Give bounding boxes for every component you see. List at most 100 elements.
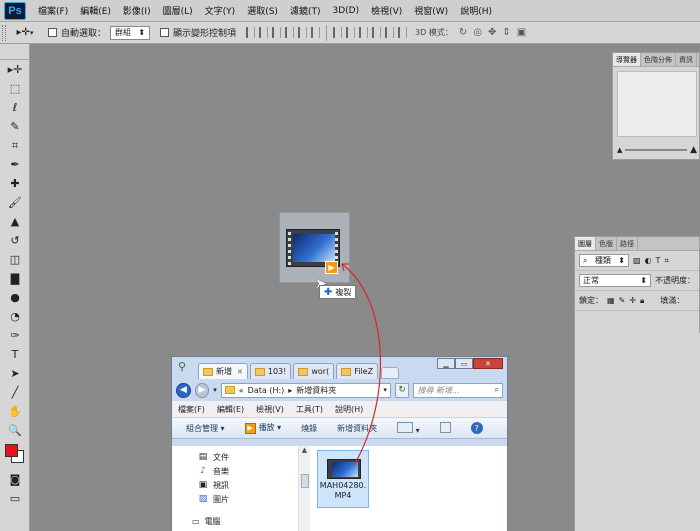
distribute-bottom-icon[interactable] — [359, 27, 369, 38]
play-button[interactable]: ▶ 播放 ▾ — [244, 422, 281, 434]
auto-select-dropdown[interactable]: 群組 ⬍ — [110, 25, 151, 40]
nav-item-pictures[interactable]: ▨ 圖片 — [172, 492, 298, 506]
filter-pixel-icon[interactable]: ▨ — [633, 256, 641, 265]
forward-button[interactable]: ▶ — [194, 382, 210, 398]
align-hcenter-icon[interactable] — [298, 27, 308, 38]
explorer-menu-help[interactable]: 說明(H) — [335, 404, 363, 415]
foreground-color-swatch[interactable] — [5, 444, 18, 457]
roll-3d-icon[interactable]: ◎ — [473, 27, 482, 38]
filter-adjust-icon[interactable]: ◐ — [645, 256, 652, 265]
tab-histogram[interactable]: 色階分佈 — [641, 53, 676, 66]
new-folder-button[interactable]: 新增資料夾 — [337, 423, 377, 434]
tool-preset-picker[interactable]: ▸✛ ▾ — [12, 25, 38, 41]
history-brush-tool-icon[interactable]: ↺ — [0, 231, 30, 250]
explorer-menu-file[interactable]: 檔案(F) — [178, 404, 205, 415]
menu-type[interactable]: 文字(Y) — [199, 4, 242, 17]
help-icon[interactable]: ? — [470, 422, 483, 434]
zoom-in-icon[interactable]: ▲ — [690, 145, 697, 155]
filter-shape-icon[interactable]: ⌗ — [664, 256, 669, 266]
orbit-3d-icon[interactable]: ↻ — [459, 27, 467, 38]
distribute-hcenter-icon[interactable] — [385, 27, 395, 38]
dodge-tool-icon[interactable]: ◔ — [0, 307, 30, 326]
explorer-tab-1[interactable]: 新增 ✕ — [198, 363, 248, 379]
menu-file[interactable]: 檔案(F) — [32, 4, 74, 17]
pan-3d-icon[interactable]: ✥ — [488, 27, 496, 38]
explorer-tab-2[interactable]: 103! — [249, 363, 292, 379]
gradient-tool-icon[interactable]: ▇ — [0, 269, 30, 288]
tab-layers[interactable]: 圖層 — [575, 237, 596, 250]
search-input[interactable]: 搜尋 新增... ⌕ — [413, 382, 504, 398]
file-item-video[interactable]: MAH04280. MP4 — [317, 450, 369, 508]
zoom-slider[interactable] — [625, 149, 688, 151]
tools-panel-header[interactable] — [0, 44, 29, 60]
move-tool-icon[interactable]: ▸✛ — [0, 60, 30, 79]
crop-tool-icon[interactable]: ⌗ — [0, 136, 30, 155]
lock-all-icon[interactable]: 🔒︎ — [640, 296, 644, 306]
menu-edit[interactable]: 編輯(E) — [74, 4, 117, 17]
filter-type-icon[interactable]: T — [656, 256, 661, 265]
slide-3d-icon[interactable]: ⇕ — [502, 27, 510, 38]
back-button[interactable]: ◀ — [176, 382, 191, 398]
history-dropdown-icon[interactable]: ▾ — [213, 386, 217, 394]
clone-stamp-tool-icon[interactable]: ▲ — [0, 212, 30, 231]
tab-channels[interactable]: 色版 — [596, 237, 617, 250]
pen-tool-icon[interactable]: ✑ — [0, 326, 30, 345]
menu-help[interactable]: 說明(H) — [454, 4, 498, 17]
distribute-right-icon[interactable] — [398, 27, 408, 38]
zoom-tool-icon[interactable]: 🔍 — [0, 421, 30, 440]
explorer-tab-3[interactable]: wor( — [293, 363, 335, 379]
explorer-tab-4[interactable]: FileZ — [336, 363, 379, 379]
screen-mode-icon[interactable]: ▭ — [0, 489, 30, 508]
marquee-tool-icon[interactable]: ⬚ — [0, 79, 30, 98]
minimize-button[interactable]: ▁ — [437, 358, 455, 369]
align-top-icon[interactable] — [246, 27, 256, 38]
scroll-thumb[interactable] — [301, 474, 309, 488]
menu-image[interactable]: 影像(I) — [117, 4, 157, 17]
hand-tool-icon[interactable]: ✋ — [0, 402, 30, 421]
explorer-menu-tools[interactable]: 工具(T) — [296, 404, 323, 415]
maximize-button[interactable]: ▭ — [455, 358, 473, 369]
close-icon[interactable]: ✕ — [237, 368, 243, 376]
menu-view[interactable]: 檢視(V) — [365, 4, 408, 17]
auto-select-checkbox[interactable] — [48, 28, 57, 37]
lasso-tool-icon[interactable]: ℓ — [0, 98, 30, 117]
menu-3d[interactable]: 3D(D) — [326, 6, 365, 16]
explorer-menu-edit[interactable]: 編輯(E) — [217, 404, 244, 415]
align-bottom-icon[interactable] — [272, 27, 282, 38]
blend-mode-dropdown[interactable]: 正常 ⬍ — [579, 274, 651, 287]
menu-layer[interactable]: 圖層(L) — [157, 4, 199, 17]
menu-select[interactable]: 選取(S) — [241, 4, 284, 17]
zoom-out-icon[interactable]: ▲ — [617, 146, 622, 154]
brush-tool-icon[interactable]: 🖌 — [0, 193, 30, 212]
tab-info[interactable]: 資訊 — [676, 53, 697, 66]
preview-pane-button[interactable] — [439, 421, 451, 435]
scale-3d-icon[interactable]: ▣ — [517, 27, 526, 38]
address-bar[interactable]: « Data (H:) ▸ 新增資料夾 ▾ — [220, 382, 391, 398]
align-vcenter-icon[interactable] — [259, 27, 269, 38]
lock-pixels-icon[interactable]: ✎ — [619, 296, 626, 305]
navigator-preview[interactable] — [617, 71, 697, 137]
address-overflow[interactable]: « — [239, 386, 244, 395]
nav-item-videos[interactable]: ▣ 視訊 — [172, 478, 298, 492]
nav-item-computer[interactable]: ▭ 電腦 — [192, 516, 221, 527]
layer-filter-dropdown[interactable]: ⌕ 種類 ⬍ — [579, 254, 629, 267]
refresh-button[interactable]: ↻ — [394, 382, 410, 398]
path-select-tool-icon[interactable]: ➤ — [0, 364, 30, 383]
view-options[interactable]: ▾ — [397, 421, 420, 435]
healing-brush-tool-icon[interactable]: ✚ — [0, 174, 30, 193]
burn-button[interactable]: 燒錄 — [301, 423, 317, 434]
scroll-up-icon[interactable]: ▲ — [299, 446, 310, 454]
new-tab-button[interactable] — [381, 367, 400, 379]
tab-paths[interactable]: 路徑 — [617, 237, 638, 250]
lock-position-icon[interactable]: ✛ — [629, 296, 636, 305]
organize-button[interactable]: 組合管理 ▾ — [186, 423, 225, 434]
tab-navigator[interactable]: 導覽器 — [613, 53, 641, 66]
eraser-tool-icon[interactable]: ◫ — [0, 250, 30, 269]
show-transform-checkbox[interactable] — [160, 28, 170, 37]
chevron-down-icon[interactable]: ▾ — [383, 386, 387, 394]
nav-item-documents[interactable]: ▤ 文件 — [172, 450, 298, 464]
address-drive[interactable]: Data (H:) — [248, 386, 285, 395]
blur-tool-icon[interactable]: ● — [0, 288, 30, 307]
shape-tool-icon[interactable]: ╱ — [0, 383, 30, 402]
menu-window[interactable]: 視窗(W) — [408, 4, 454, 17]
